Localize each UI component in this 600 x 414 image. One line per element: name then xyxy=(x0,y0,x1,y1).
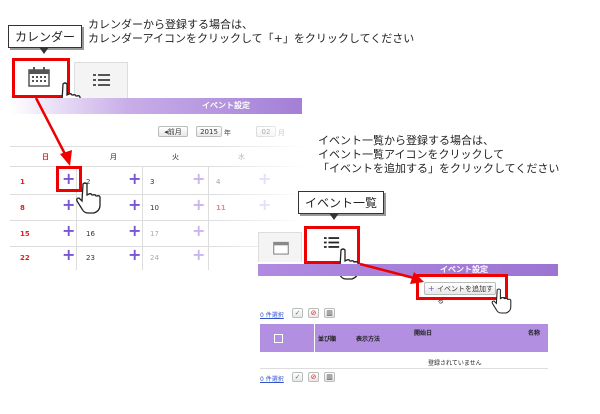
trash-icon[interactable]: ▥ xyxy=(324,308,335,318)
day-cell: 3 xyxy=(150,178,155,186)
arrow-icon xyxy=(34,97,72,166)
list-callout-label: イベント一覧 xyxy=(305,196,378,210)
check-all-button[interactable]: ✓ xyxy=(292,308,303,318)
select-all-checkbox[interactable] xyxy=(274,334,283,343)
day-cell: 10 xyxy=(150,204,159,212)
list-instruction-line2: イベント一覧アイコンをクリックして xyxy=(318,148,505,161)
calendar-callout: カレンダー xyxy=(8,25,83,54)
list-panel: イベント設定 + イベントを追加する 0 件選択 ✓ ⊘ ▥ 並び順 表示方法 … xyxy=(258,224,558,404)
uncheck-button[interactable]: ⊘ xyxy=(308,372,319,382)
add-event-plus-button[interactable]: + xyxy=(128,223,141,239)
add-event-plus-button[interactable]: + xyxy=(128,247,141,263)
day-cell: 22 xyxy=(20,254,30,262)
grid-col-line xyxy=(208,166,209,270)
list-header-title: イベント設定 xyxy=(440,265,488,274)
selected-count-top[interactable]: 0 件選択 xyxy=(260,310,284,319)
calendar-header-title: イベント設定 xyxy=(202,101,250,110)
hand-cursor-icon xyxy=(76,182,101,214)
add-event-plus-button[interactable]: + xyxy=(62,247,75,263)
add-event-plus-button[interactable]: + xyxy=(128,171,141,187)
add-event-plus-button[interactable]: + xyxy=(128,197,141,213)
table-header xyxy=(260,324,548,352)
day-cell: 15 xyxy=(20,230,30,238)
add-event-plus-button[interactable]: + xyxy=(192,171,205,187)
add-event-plus-button[interactable]: + xyxy=(192,247,205,263)
uncheck-button[interactable]: ⊘ xyxy=(308,308,319,318)
hand-cursor-icon xyxy=(491,288,512,314)
prev-month-button[interactable]: ◂前月 xyxy=(158,126,188,137)
add-event-plus-button[interactable]: + xyxy=(192,223,205,239)
empty-message: 登録されていません xyxy=(428,360,482,367)
calendar-instruction-line1: カレンダーから登録する場合は、 xyxy=(88,18,253,31)
add-event-plus-button[interactable]: + xyxy=(62,223,75,239)
day-cell: 1 xyxy=(20,178,25,186)
tab-calendar[interactable] xyxy=(258,232,302,262)
calendar-instruction-line2: カレンダーアイコンをクリックして「+」をクリックしてください xyxy=(88,32,415,45)
day-cell: 24 xyxy=(150,254,159,262)
header-divider xyxy=(314,324,315,352)
list-callout: イベント一覧 xyxy=(298,191,385,220)
day-cell: 8 xyxy=(20,204,25,212)
check-all-button[interactable]: ✓ xyxy=(292,372,303,382)
calendar-icon xyxy=(273,241,289,255)
trash-icon[interactable]: ▥ xyxy=(324,372,335,382)
calendar-callout-label: カレンダー xyxy=(15,30,76,44)
list-instruction-line1: イベント一覧から登録する場合は、 xyxy=(318,134,494,147)
grid-col-line xyxy=(142,166,143,270)
col-start[interactable]: 開始日 xyxy=(414,328,432,337)
table-row-line xyxy=(260,368,548,369)
col-sort[interactable]: 並び順 xyxy=(318,334,336,343)
weekday-mon: 月 xyxy=(110,153,117,161)
selected-count-bottom[interactable]: 0 件選択 xyxy=(260,374,284,383)
day-cell: 17 xyxy=(150,230,159,238)
list-instruction: イベント一覧から登録する場合は、 イベント一覧アイコンをクリックして 「イベント… xyxy=(318,134,559,176)
col-display[interactable]: 表示方法 xyxy=(356,334,380,343)
list-instruction-line3: 「イベントを追加する」をクリックしてください xyxy=(318,162,560,175)
calendar-icon xyxy=(28,67,50,87)
col-name[interactable]: 名称 xyxy=(528,328,540,337)
weekday-tue: 火 xyxy=(172,153,179,161)
day-cell: 16 xyxy=(86,230,95,238)
arrow-icon xyxy=(359,262,424,284)
add-event-plus-button[interactable]: + xyxy=(192,197,205,213)
day-cell: 23 xyxy=(86,254,95,262)
calendar-instruction: カレンダーから登録する場合は、 カレンダーアイコンをクリックして「+」をクリック… xyxy=(88,18,414,46)
list-icon xyxy=(93,74,110,86)
